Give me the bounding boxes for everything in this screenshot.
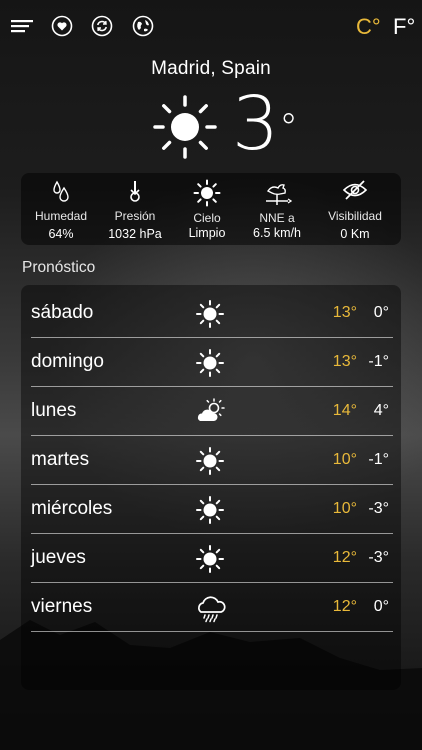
conditions-panel: Humedad 64% Presión 1032 hPa Cielo Limpi… — [21, 173, 401, 245]
stat-pressure: Presión 1032 hPa — [97, 173, 173, 245]
forecast-row[interactable]: jueves 12° -3° — [31, 534, 393, 583]
temperature-value: 3 — [232, 81, 280, 167]
globe-icon[interactable] — [131, 14, 155, 38]
forecast-low: -1° — [368, 353, 389, 370]
forecast-high: 10° — [332, 500, 357, 517]
humidity-label: Humedad — [34, 209, 88, 223]
forecast-low: 4° — [373, 402, 389, 419]
forecast-low: -3° — [368, 549, 389, 566]
forecast-day: lunes — [31, 400, 77, 421]
forecast-high: 12° — [332, 549, 357, 566]
top-bar: C° F° — [10, 14, 415, 40]
forecast-row[interactable]: martes 10° -1° — [31, 436, 393, 485]
forecast-low: 0° — [373, 304, 389, 321]
celsius-toggle[interactable]: C° — [356, 14, 381, 40]
forecast-list: sábado 13° 0° domingo 13° -1° lunes 14° … — [21, 285, 401, 690]
refresh-icon[interactable] — [90, 14, 114, 38]
sky-value: Limpio — [188, 226, 226, 240]
menu-icon[interactable] — [10, 14, 34, 38]
visibility-off-icon — [311, 179, 399, 205]
forecast-row[interactable]: domingo 13° -1° — [31, 338, 393, 387]
humidity-value: 64% — [48, 227, 74, 241]
sun-icon — [195, 446, 225, 476]
forecast-day: domingo — [31, 351, 104, 372]
sky-label: Cielo — [193, 211, 221, 225]
forecast-day: sábado — [31, 302, 94, 323]
forecast-day: jueves — [31, 547, 86, 568]
forecast-row[interactable]: miércoles 10° -3° — [31, 485, 393, 534]
sun-icon — [195, 348, 225, 378]
forecast-high: 10° — [332, 451, 357, 468]
forecast-low: -1° — [368, 451, 389, 468]
wind-direction-label: NNE a — [259, 211, 295, 225]
stat-visibility: Visibilidad 0 Km — [311, 173, 399, 245]
forecast-high: 13° — [332, 353, 357, 370]
forecast-high: 13° — [332, 304, 357, 321]
degree-symbol: ° — [279, 106, 299, 150]
forecast-high: 12° — [332, 598, 357, 615]
stat-humidity: Humedad 64% — [23, 173, 99, 245]
city-name: Madrid, Spain — [151, 58, 271, 79]
forecast-day: viernes — [31, 596, 93, 617]
wind-vane-icon — [239, 179, 315, 205]
sun-icon — [195, 299, 225, 329]
visibility-label: Visibilidad — [328, 209, 382, 223]
favorites-icon[interactable] — [50, 14, 74, 38]
forecast-title: Pronóstico — [22, 259, 96, 276]
forecast-row[interactable]: lunes 14° 4° — [31, 387, 393, 436]
rain-cloud-icon — [195, 593, 226, 623]
sun-icon — [152, 94, 218, 160]
forecast-low: 0° — [373, 598, 389, 615]
sun-icon — [195, 544, 225, 574]
sun-icon — [169, 179, 245, 207]
pressure-icon — [97, 179, 173, 205]
forecast-low: -3° — [368, 500, 389, 517]
partly-cloudy-icon — [195, 397, 225, 427]
forecast-day: martes — [31, 449, 90, 470]
sun-icon — [195, 495, 225, 525]
stat-sky: Cielo Limpio — [169, 173, 245, 245]
forecast-day: miércoles — [31, 498, 113, 519]
wind-value: 6.5 km/h — [253, 226, 301, 240]
humidity-icon — [23, 179, 99, 205]
visibility-value: 0 Km — [340, 227, 370, 241]
stat-wind: NNE a 6.5 km/h — [239, 173, 315, 245]
forecast-row[interactable]: sábado 13° 0° — [31, 289, 393, 338]
pressure-value: 1032 hPa — [108, 227, 162, 241]
fahrenheit-toggle[interactable]: F° — [393, 14, 415, 40]
pressure-label: Presión — [114, 209, 156, 223]
current-temperature: 3° — [232, 84, 298, 164]
forecast-high: 14° — [332, 402, 357, 419]
forecast-row[interactable]: viernes 12° 0° — [31, 583, 393, 632]
